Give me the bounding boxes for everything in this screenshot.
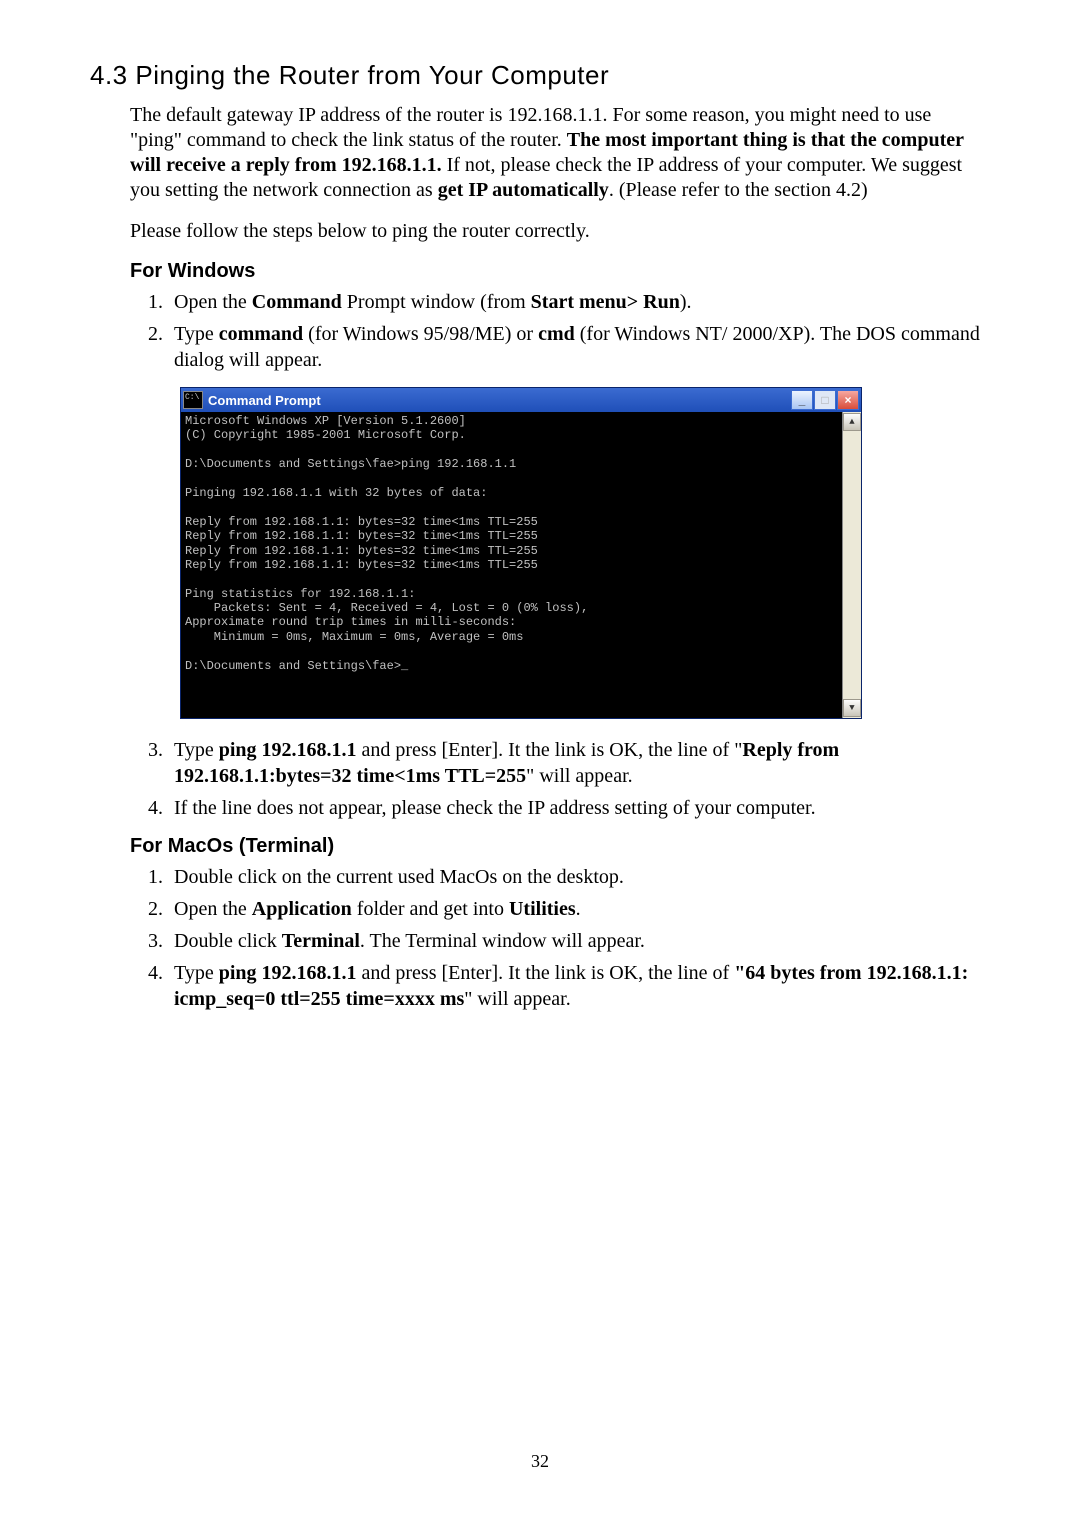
text-bold: ping 192.168.1.1 (219, 739, 357, 761)
windows-steps-list: Open the Command Prompt window (from Sta… (130, 289, 980, 373)
text-bold: command (219, 323, 303, 345)
text-bold: get IP automatically (438, 179, 609, 201)
text: Double click (174, 930, 282, 952)
text: . The Terminal window will appear. (360, 930, 645, 952)
command-prompt-icon (183, 391, 203, 409)
text-bold: Start menu> Run (531, 291, 680, 313)
list-item: Open the Application folder and get into… (168, 896, 980, 922)
macos-steps-list: Double click on the current used MacOs o… (130, 864, 980, 1012)
text: Open the (174, 898, 252, 920)
text: Type (174, 962, 219, 984)
text: and press [Enter]. It the link is OK, th… (357, 962, 735, 984)
maximize-button[interactable]: □ (814, 390, 836, 410)
scroll-down-button[interactable]: ▼ (843, 699, 861, 717)
list-item: Open the Command Prompt window (from Sta… (168, 289, 980, 315)
text: folder and get into (352, 898, 509, 920)
list-item: Type ping 192.168.1.1 and press [Enter].… (168, 737, 980, 789)
text-bold: Terminal (282, 930, 360, 952)
text: Open the (174, 291, 252, 313)
command-prompt-window: Command Prompt _ □ × Microsoft Windows X… (180, 387, 862, 719)
list-item: Type command (for Windows 95/98/ME) or c… (168, 321, 980, 373)
window-controls: _ □ × (791, 390, 859, 410)
page-number: 32 (0, 1451, 1080, 1472)
command-prompt-titlebar[interactable]: Command Prompt _ □ × (181, 388, 861, 412)
text-bold: Application (252, 898, 352, 920)
scroll-up-button[interactable]: ▲ (843, 413, 861, 431)
text: Prompt window (from (342, 291, 531, 313)
text-bold: ping 192.168.1.1 (219, 962, 357, 984)
list-item: Double click Terminal. The Terminal wind… (168, 928, 980, 954)
for-macos-heading: For MacOs (Terminal) (130, 835, 980, 858)
intro-paragraph-1: The default gateway IP address of the ro… (130, 103, 980, 203)
text: " will appear. (526, 765, 632, 787)
text-bold: Utilities (509, 898, 576, 920)
close-button[interactable]: × (837, 390, 859, 410)
list-item: Type ping 192.168.1.1 and press [Enter].… (168, 960, 980, 1012)
text: and press [Enter]. It the link is OK, th… (357, 739, 743, 761)
text: ). (680, 291, 692, 313)
text: Type (174, 739, 219, 761)
command-prompt-output[interactable]: Microsoft Windows XP [Version 5.1.2600] … (181, 412, 842, 718)
text-bold: cmd (538, 323, 575, 345)
text: . (576, 898, 581, 920)
window-title: Command Prompt (208, 393, 791, 408)
section-heading: 4.3 Pinging the Router from Your Compute… (90, 60, 980, 91)
text: " will appear. (464, 988, 570, 1010)
for-windows-heading: For Windows (130, 260, 980, 283)
text-bold: Command (252, 291, 342, 313)
minimize-button[interactable]: _ (791, 390, 813, 410)
list-item: If the line does not appear, please chec… (168, 795, 980, 821)
list-item: Double click on the current used MacOs o… (168, 864, 980, 890)
intro-paragraph-2: Please follow the steps below to ping th… (130, 219, 980, 244)
text: (for Windows 95/98/ME) or (303, 323, 538, 345)
text: . (Please refer to the section 4.2) (609, 179, 868, 201)
scrollbar[interactable]: ▲ ▼ (842, 412, 861, 718)
text: Type (174, 323, 219, 345)
windows-steps-list-cont: Type ping 192.168.1.1 and press [Enter].… (130, 737, 980, 821)
